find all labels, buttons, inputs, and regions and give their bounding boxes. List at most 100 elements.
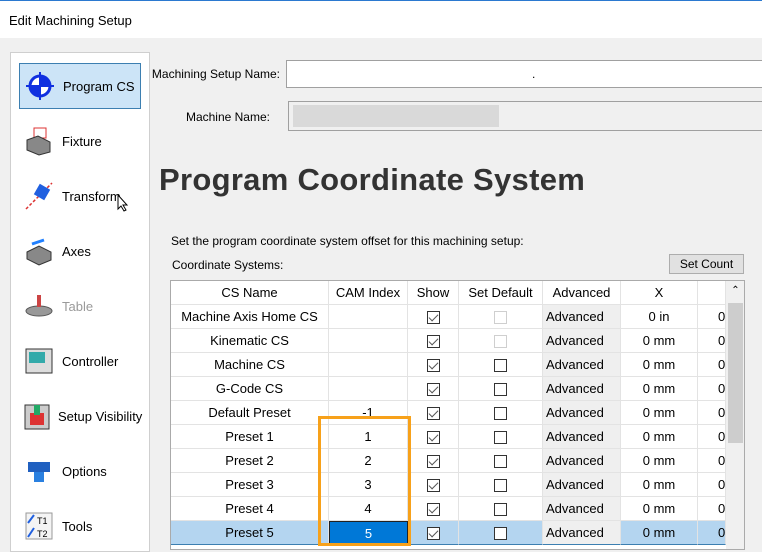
svg-text:T2: T2: [37, 529, 48, 539]
sidebar-item-label: Fixture: [62, 133, 102, 149]
show-cell: [408, 521, 459, 545]
setup-name-input[interactable]: .: [286, 60, 762, 88]
y-cell[interactable]: 0: [698, 329, 726, 353]
table-row[interactable]: Machine Axis Home CS Advanced 0 in 0: [171, 305, 726, 329]
advanced-button[interactable]: Advanced: [543, 377, 621, 401]
show-checkbox[interactable]: [426, 335, 440, 349]
x-cell[interactable]: 0 in: [621, 305, 698, 329]
show-checkbox[interactable]: [426, 479, 440, 493]
sidebar-item-options[interactable]: Options: [19, 448, 141, 494]
set-default-checkbox[interactable]: [494, 335, 507, 349]
table-row[interactable]: Kinematic CS Advanced 0 mm 0: [171, 329, 726, 353]
y-cell[interactable]: 0: [698, 401, 726, 425]
mouse-cursor-icon: [117, 194, 129, 212]
show-checkbox[interactable]: [426, 407, 440, 421]
sidebar-item-controller[interactable]: Controller: [19, 338, 141, 384]
cs-name-cell: Preset 4: [171, 497, 329, 521]
set-default-cell: [459, 425, 543, 449]
table-row[interactable]: Preset 2 2 Advanced 0 mm 0: [171, 449, 726, 473]
set-default-checkbox[interactable]: [494, 527, 507, 541]
column-header[interactable]: CAM Index: [329, 281, 408, 305]
advanced-button[interactable]: Advanced: [543, 521, 621, 545]
advanced-button[interactable]: Advanced: [543, 353, 621, 377]
y-cell[interactable]: 0: [698, 305, 726, 329]
show-checkbox[interactable]: [426, 527, 440, 541]
x-cell[interactable]: 0 mm: [621, 353, 698, 377]
column-header[interactable]: Show: [408, 281, 459, 305]
advanced-button[interactable]: Advanced: [543, 305, 621, 329]
sidebar-item-axes[interactable]: Axes: [19, 228, 141, 274]
sidebar-item-setup-visibility[interactable]: Setup Visibility: [19, 393, 142, 439]
show-checkbox[interactable]: [426, 311, 440, 325]
y-cell[interactable]: 0: [698, 497, 726, 521]
sidebar-item-program-cs[interactable]: Program CS: [19, 63, 141, 109]
advanced-button[interactable]: Advanced: [543, 329, 621, 353]
table-row[interactable]: Default Preset -1 Advanced 0 mm 0: [171, 401, 726, 425]
set-default-cell: [459, 329, 543, 353]
x-cell[interactable]: 0 mm: [621, 473, 698, 497]
column-header[interactable]: X: [621, 281, 698, 305]
table-row[interactable]: G-Code CS Advanced 0 mm 0: [171, 377, 726, 401]
y-cell[interactable]: 0: [698, 521, 726, 545]
x-cell[interactable]: 0 mm: [621, 497, 698, 521]
scrollbar[interactable]: ⌃: [726, 281, 744, 549]
table-row[interactable]: Preset 4 4 Advanced 0 mm 0: [171, 497, 726, 521]
show-checkbox[interactable]: [426, 431, 440, 445]
x-cell[interactable]: 0 mm: [621, 401, 698, 425]
show-checkbox[interactable]: [426, 383, 440, 397]
set-default-checkbox[interactable]: [494, 503, 507, 517]
column-header[interactable]: CS Name: [171, 281, 329, 305]
x-cell[interactable]: 0 mm: [621, 425, 698, 449]
advanced-button[interactable]: Advanced: [543, 473, 621, 497]
cam-index-cell[interactable]: [329, 305, 408, 329]
sidebar-item-fixture[interactable]: Fixture: [19, 118, 141, 164]
advanced-button[interactable]: Advanced: [543, 401, 621, 425]
column-header[interactable]: Set Default: [459, 281, 543, 305]
y-cell[interactable]: 0: [698, 377, 726, 401]
show-checkbox[interactable]: [426, 455, 440, 469]
show-cell: [408, 449, 459, 473]
x-cell[interactable]: 0 mm: [621, 521, 698, 545]
advanced-button[interactable]: Advanced: [543, 425, 621, 449]
sidebar-item-table[interactable]: Table: [19, 283, 141, 329]
cam-index-cell[interactable]: [329, 353, 408, 377]
y-cell[interactable]: 0: [698, 353, 726, 377]
column-header[interactable]: Advanced: [543, 281, 621, 305]
y-cell[interactable]: 0: [698, 425, 726, 449]
column-header[interactable]: [698, 281, 726, 305]
scrollbar-thumb[interactable]: [728, 303, 743, 443]
table-row[interactable]: Preset 1 1 Advanced 0 mm 0: [171, 425, 726, 449]
table-row[interactable]: Preset 5 5 Advanced 0 mm 0: [171, 521, 726, 545]
table-row[interactable]: Machine CS Advanced 0 mm 0: [171, 353, 726, 377]
show-checkbox[interactable]: [426, 503, 440, 517]
y-cell[interactable]: 0: [698, 473, 726, 497]
machine-name-input[interactable]: [288, 101, 762, 131]
set-default-checkbox[interactable]: [494, 455, 507, 469]
set-default-checkbox[interactable]: [494, 479, 507, 493]
set-count-button[interactable]: Set Count: [669, 254, 744, 274]
cs-name-cell: Machine CS: [171, 353, 329, 377]
y-cell[interactable]: 0: [698, 449, 726, 473]
table-row[interactable]: Preset 3 3 Advanced 0 mm 0: [171, 473, 726, 497]
x-cell[interactable]: 0 mm: [621, 377, 698, 401]
cs-name-cell: Preset 1: [171, 425, 329, 449]
set-default-checkbox[interactable]: [494, 383, 507, 397]
scroll-up-icon[interactable]: ⌃: [726, 281, 744, 301]
cs-name-cell: Kinematic CS: [171, 329, 329, 353]
machine-name-label: Machine Name:: [185, 110, 270, 124]
set-default-checkbox[interactable]: [494, 359, 507, 373]
advanced-button[interactable]: Advanced: [543, 449, 621, 473]
cs-name-cell: Preset 3: [171, 473, 329, 497]
set-default-checkbox[interactable]: [494, 431, 507, 445]
set-default-checkbox[interactable]: [494, 311, 507, 325]
svg-text:T1: T1: [37, 516, 48, 526]
show-checkbox[interactable]: [426, 359, 440, 373]
cam-index-cell[interactable]: [329, 377, 408, 401]
x-cell[interactable]: 0 mm: [621, 449, 698, 473]
cam-index-cell[interactable]: [329, 329, 408, 353]
sidebar-item-tools[interactable]: T1 T2 Tools: [19, 503, 141, 549]
set-default-cell: [459, 401, 543, 425]
set-default-checkbox[interactable]: [494, 407, 507, 421]
x-cell[interactable]: 0 mm: [621, 329, 698, 353]
advanced-button[interactable]: Advanced: [543, 497, 621, 521]
